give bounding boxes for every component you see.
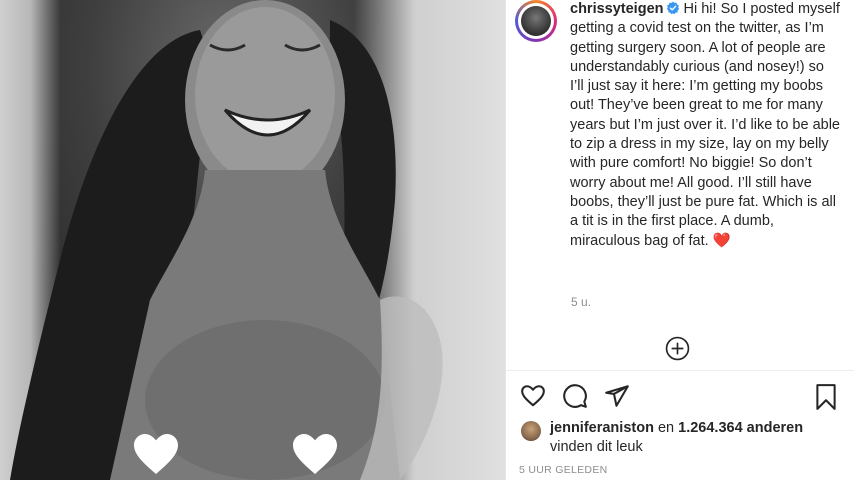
add-circle-icon[interactable] [665, 336, 690, 361]
paper-plane-icon[interactable] [604, 383, 630, 409]
liker-avatar[interactable] [521, 421, 541, 441]
username-link[interactable]: chrissyteigen [570, 1, 664, 17]
post-timestamp[interactable]: 5 UUR GELEDEN [519, 464, 608, 476]
liker-username[interactable]: jenniferaniston [550, 420, 654, 436]
avatar-image [521, 6, 551, 36]
heart-outline-icon[interactable] [520, 383, 546, 409]
post-caption: chrissyteigen Hi hi! So I posted myself … [570, 0, 840, 251]
likes-count-link[interactable]: 1.264.364 anderen [678, 420, 803, 436]
likes-summary: jenniferaniston en 1.264.364 anderen vin… [550, 419, 840, 457]
heart-icon [293, 434, 337, 474]
caption-text: Hi hi! So I posted myself getting a covi… [570, 1, 840, 249]
verified-badge-icon [666, 1, 679, 15]
divider [506, 370, 854, 371]
comment-bubble-icon[interactable] [562, 383, 588, 409]
likes-suffix: vinden dit leuk [550, 439, 643, 455]
bookmark-icon[interactable] [813, 383, 839, 411]
photo-figure [10, 0, 443, 480]
divider [505, 0, 506, 480]
post-photo[interactable] [0, 0, 505, 480]
avatar[interactable] [515, 0, 557, 42]
heart-icon [134, 434, 178, 474]
avatar-ring [518, 3, 554, 39]
likes-connector: en [657, 420, 675, 436]
caption-timestamp: 5 u. [571, 295, 592, 309]
